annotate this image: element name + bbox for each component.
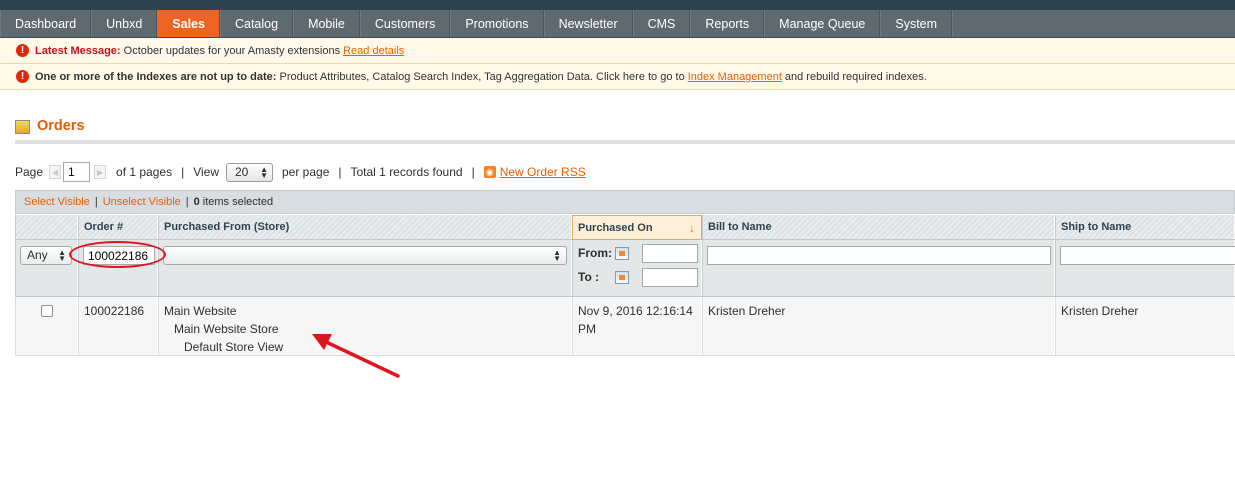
per-page-label: per page — [282, 165, 330, 179]
from-label: From: — [578, 246, 612, 260]
rss-icon[interactable]: ◉ — [483, 166, 496, 178]
annotation-ellipse — [69, 241, 166, 268]
per-page-value: 20 — [235, 164, 249, 179]
nav-newsletter[interactable]: Newsletter — [543, 10, 633, 37]
latest-message-text: October updates for your Amasty extensio… — [123, 44, 341, 57]
select-arrows-icon: ▲ ▼ — [58, 248, 66, 263]
nav-promotions[interactable]: Promotions — [450, 10, 544, 37]
nav-cms[interactable]: CMS — [632, 10, 691, 37]
index-message-text: Product Attributes, Catalog Search Index… — [279, 70, 685, 83]
orders-icon — [15, 120, 30, 134]
from-date-input[interactable] — [642, 244, 698, 263]
filter-cell-purchased-on: From: To : — [572, 240, 702, 296]
separator: | — [181, 165, 185, 179]
table-row[interactable]: 100022186 Main Website Main Website Stor… — [15, 297, 1235, 356]
selected-count: 0 — [193, 196, 200, 208]
select-arrows-icon: ▲ ▼ — [260, 164, 268, 180]
calendar-icon[interactable] — [615, 271, 629, 284]
prev-page-icon[interactable]: ◀ — [49, 165, 62, 179]
massaction-filter-value: Any — [27, 248, 48, 262]
col-order-number[interactable]: Order # — [78, 215, 158, 239]
select-arrows-icon: ▲ ▼ — [553, 248, 561, 263]
filter-cell-massaction: Any ▲ ▼ — [15, 240, 78, 296]
filter-cell-store: ▲ ▼ — [158, 240, 572, 296]
calendar-icon[interactable] — [615, 247, 629, 260]
filter-cell-bill-to — [702, 240, 1055, 296]
index-message-bar: ! One or more of the Indexes are not up … — [0, 64, 1235, 90]
nav-manage-queue[interactable]: Manage Queue — [764, 10, 881, 37]
pager: Page ◀ ▶ of 1 pages | View 20 ▲▼ per pag… — [15, 161, 586, 183]
order-number-cell: 100022186 — [78, 297, 158, 355]
read-details-link[interactable]: Read details — [343, 45, 404, 57]
total-records: Total 1 records found — [350, 165, 463, 179]
ship-to-cell: Kristen Dreher — [1055, 297, 1235, 355]
main-nav: Dashboard Unbxd Sales Catalog Mobile Cus… — [0, 10, 1235, 38]
to-date-input[interactable] — [642, 268, 698, 287]
nav-dashboard[interactable]: Dashboard — [0, 10, 92, 37]
index-message-suffix: and rebuild required indexes. — [784, 70, 927, 83]
unselect-visible-link[interactable]: Unselect Visible — [103, 196, 181, 208]
store-filter-select[interactable]: ▲ ▼ — [163, 246, 567, 265]
page-header: Orders — [15, 118, 1235, 144]
error-icon: ! — [16, 70, 29, 83]
index-message-label: One or more of the Indexes are not up to… — [35, 70, 277, 83]
annotation-arrow — [312, 334, 400, 378]
nav-mobile[interactable]: Mobile — [293, 10, 360, 37]
col-purchased-on-label: Purchased On — [578, 222, 653, 234]
index-management-link[interactable]: Index Management — [688, 71, 782, 83]
to-label: To : — [578, 270, 600, 284]
grid-header-row: Order # Purchased From (Store) Purchased… — [15, 215, 1235, 240]
separator: | — [471, 165, 475, 179]
row-checkbox[interactable] — [41, 305, 53, 317]
selected-label: items selected — [202, 196, 274, 208]
col-purchased-on[interactable]: Purchased On ↓ — [572, 215, 702, 240]
ship-to-filter-input[interactable] — [1060, 246, 1235, 265]
nav-system[interactable]: System — [880, 10, 953, 37]
per-page-select[interactable]: 20 ▲ ▼ — [226, 162, 273, 182]
nav-unbxd[interactable]: Unbxd — [91, 10, 158, 37]
col-massaction — [15, 215, 78, 239]
col-ship-to[interactable]: Ship to Name — [1055, 215, 1235, 239]
error-icon: ! — [16, 44, 29, 57]
massaction-bar: Select Visible | Unselect Visible | 0 it… — [15, 190, 1235, 214]
sort-desc-icon: ↓ — [689, 221, 695, 235]
nav-catalog[interactable]: Catalog — [219, 10, 294, 37]
separator: | — [338, 165, 342, 179]
grid-filter-row: Any ▲▼ ▲▼ From: To : — [15, 240, 1235, 297]
select-visible-link[interactable]: Select Visible — [24, 196, 90, 208]
view-label: View — [193, 165, 219, 179]
nav-spacer — [952, 10, 1235, 37]
separator: | — [94, 196, 98, 208]
store-website: Main Website — [164, 304, 237, 318]
nav-sales[interactable]: Sales — [157, 10, 220, 37]
latest-message-label: Latest Message: — [35, 44, 121, 57]
next-page-icon[interactable]: ▶ — [94, 165, 107, 179]
massaction-filter-select[interactable]: Any ▲ ▼ — [20, 246, 72, 265]
latest-message-bar: ! Latest Message: October updates for yo… — [0, 38, 1235, 64]
filter-cell-ship-to — [1055, 240, 1235, 296]
new-order-rss-link[interactable]: New Order RSS — [500, 165, 586, 179]
separator: | — [185, 196, 189, 208]
bill-to-cell: Kristen Dreher — [702, 297, 1055, 355]
bill-to-filter-input[interactable] — [707, 246, 1051, 265]
page-input[interactable] — [63, 162, 91, 182]
purchased-on-cell: Nov 9, 2016 12:16:14 PM — [572, 297, 702, 355]
nav-reports[interactable]: Reports — [690, 10, 765, 37]
col-bill-to[interactable]: Bill to Name — [702, 215, 1055, 239]
orders-grid: Order # Purchased From (Store) Purchased… — [15, 215, 1235, 356]
page-label: Page — [15, 165, 44, 179]
top-strip — [0, 0, 1235, 10]
purchased-on-date: Nov 9, 2016 12:16:14 — [578, 304, 693, 318]
purchased-on-ampm: PM — [578, 322, 596, 336]
row-select-cell — [15, 297, 78, 355]
col-purchased-from[interactable]: Purchased From (Store) — [158, 215, 572, 239]
nav-customers[interactable]: Customers — [359, 10, 451, 37]
page-title: Orders — [37, 118, 85, 134]
of-pages: of 1 pages — [116, 165, 173, 179]
